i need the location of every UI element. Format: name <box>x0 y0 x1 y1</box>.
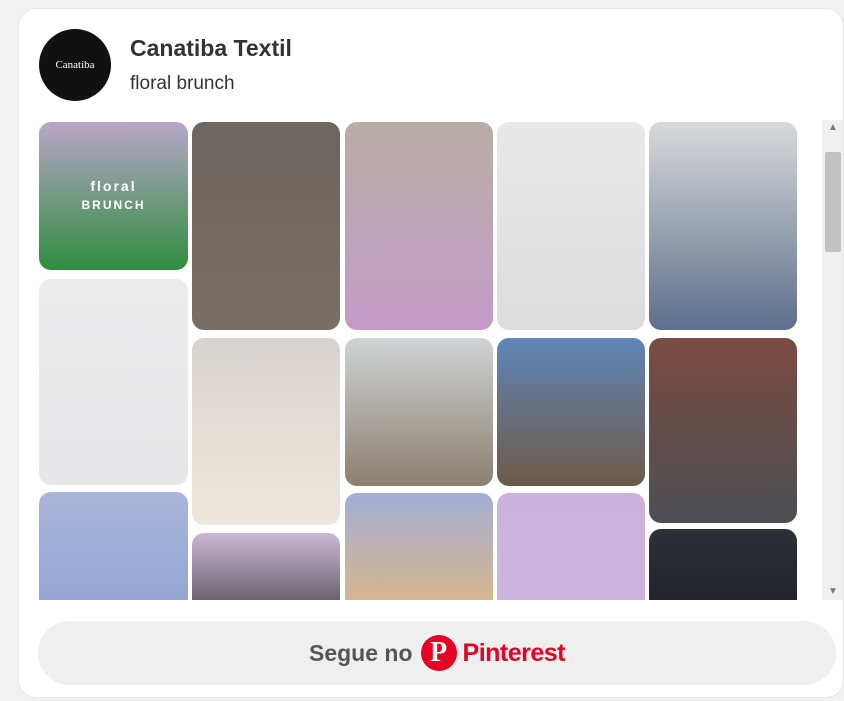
pin-tile[interactable] <box>497 122 645 330</box>
profile-name[interactable]: Canatiba Textil <box>130 35 292 62</box>
scroll-up-arrow-icon[interactable]: ▲ <box>822 120 843 136</box>
pinterest-logo-icon: P <box>420 635 457 671</box>
pin-overlay-text-1: floral <box>90 178 137 194</box>
pinterest-brand-text: Pinterest <box>462 638 566 667</box>
pin-tile[interactable] <box>192 338 340 525</box>
pin-tile[interactable]: floral BRUNCH <box>39 122 188 270</box>
pin-tile[interactable] <box>497 338 645 486</box>
scroll-down-arrow-icon[interactable]: ▼ <box>822 584 843 600</box>
board-name[interactable]: floral brunch <box>130 73 235 95</box>
pin-grid: floral BRUNCH <box>39 122 809 600</box>
pin-tile[interactable] <box>39 279 188 485</box>
pin-overlay-text-2: BRUNCH <box>81 198 146 212</box>
scrollbar[interactable]: ▲ ▼ <box>822 120 843 600</box>
pin-tile[interactable] <box>345 122 493 330</box>
follow-on-pinterest-button[interactable]: Segue no P Pinterest <box>38 621 836 685</box>
pin-tile[interactable] <box>649 529 797 600</box>
pin-tile[interactable] <box>39 492 188 600</box>
pinterest-board-widget: Canatiba Canatiba Textil floral brunch f… <box>18 8 844 698</box>
pin-tile[interactable] <box>192 122 340 330</box>
profile-avatar[interactable]: Canatiba <box>39 29 111 101</box>
pin-tile[interactable] <box>345 338 493 486</box>
pin-tile[interactable] <box>497 493 645 600</box>
pin-tile[interactable] <box>345 493 493 600</box>
scroll-thumb[interactable] <box>825 152 841 252</box>
pin-tile[interactable] <box>192 533 340 600</box>
pin-tile[interactable] <box>649 122 797 330</box>
follow-label: Segue no <box>309 639 413 666</box>
pin-tile[interactable] <box>649 338 797 523</box>
